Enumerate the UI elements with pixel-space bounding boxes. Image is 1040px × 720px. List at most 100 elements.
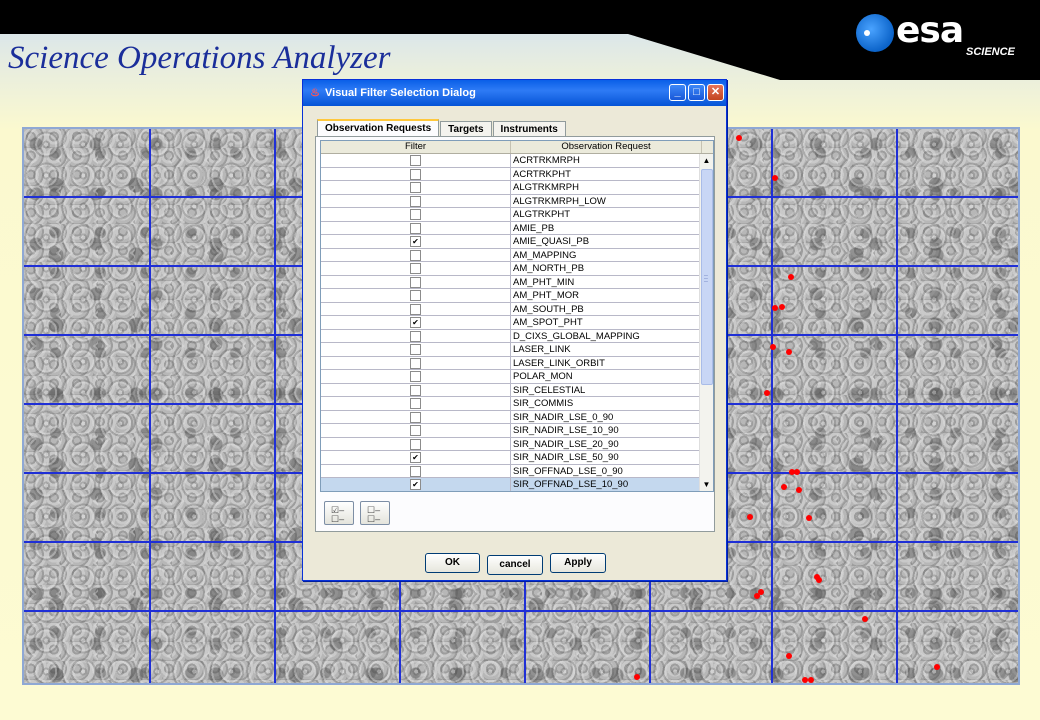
observation-point[interactable] (816, 577, 822, 583)
filter-checkbox[interactable]: ✔ (410, 452, 421, 463)
filter-checkbox[interactable] (410, 249, 421, 261)
page-title: Science Operations Analyzer (8, 40, 391, 76)
filter-checkbox[interactable] (410, 357, 421, 369)
filter-checkbox[interactable] (410, 182, 421, 193)
filter-checkbox[interactable] (410, 290, 421, 301)
filter-checkbox[interactable] (410, 168, 421, 180)
table-row[interactable]: AM_PHT_MIN (321, 275, 713, 289)
observation-point[interactable] (772, 175, 778, 181)
table-scrollbar[interactable]: ▲ – – – ▼ (699, 154, 713, 491)
map-gridline (771, 129, 773, 683)
observation-point[interactable] (772, 305, 778, 311)
observation-point[interactable] (788, 274, 794, 280)
deselect-all-button[interactable]: ☐– ☐– (360, 501, 390, 525)
scroll-thumb[interactable]: – – – (701, 169, 713, 385)
scroll-up-arrow-icon[interactable]: ▲ (700, 154, 713, 167)
table-row[interactable]: D_CIXS_GLOBAL_MAPPING (321, 329, 713, 343)
filter-checkbox[interactable] (410, 155, 421, 166)
filter-checkbox[interactable] (410, 398, 421, 409)
select-all-button[interactable]: ☑– ☐– (324, 501, 354, 525)
table-row[interactable]: AM_SOUTH_PB (321, 302, 713, 316)
table-row[interactable]: AMIE_PB (321, 221, 713, 235)
observation-point[interactable] (779, 304, 785, 310)
table-row[interactable]: ALGTRKPHT (321, 208, 713, 222)
scroll-grip-icon: – – – (704, 272, 708, 285)
esa-logo-circle-icon (856, 14, 894, 52)
filter-checkbox[interactable] (410, 303, 421, 315)
filter-cell: ✔ (321, 235, 511, 248)
table-row[interactable]: AM_MAPPING (321, 248, 713, 262)
observation-point[interactable] (770, 344, 776, 350)
observation-point[interactable] (764, 390, 770, 396)
filter-checkbox[interactable] (410, 276, 421, 288)
maximize-button[interactable]: □ (688, 84, 705, 101)
observation-request-name: SIR_COMMIS (513, 398, 574, 409)
observation-request-name: D_CIXS_GLOBAL_MAPPING (513, 330, 640, 342)
observation-point[interactable] (934, 664, 940, 670)
filter-checkbox[interactable] (410, 330, 421, 342)
filter-checkbox[interactable]: ✔ (410, 317, 421, 328)
minimize-button[interactable]: _ (669, 84, 686, 101)
filter-checkbox[interactable] (410, 222, 421, 234)
observation-point[interactable] (736, 135, 742, 141)
table-row[interactable]: ✔ SIR_NADIR_LSE_50_90 (321, 451, 713, 465)
table-row[interactable]: SIR_NADIR_LSE_20_90 (321, 437, 713, 451)
table-row[interactable]: LASER_LINK_ORBIT (321, 356, 713, 370)
filter-checkbox[interactable] (410, 371, 421, 382)
observation-request-table: Filter Observation Request ACRTRKMRPH ACR… (320, 140, 714, 492)
observation-point[interactable] (794, 469, 800, 475)
filter-checkbox[interactable] (410, 425, 421, 436)
observation-point[interactable] (786, 653, 792, 659)
filter-checkbox[interactable] (410, 209, 421, 220)
observation-point[interactable] (808, 677, 814, 683)
table-row[interactable]: ACRTRKPHT (321, 167, 713, 181)
table-row[interactable]: AM_NORTH_PB (321, 262, 713, 276)
apply-button[interactable]: Apply (550, 553, 606, 573)
table-row[interactable]: ACRTRKMRPH (321, 154, 713, 168)
table-row[interactable]: ✔ SIR_OFFNAD_LSE_10_90 (321, 478, 713, 491)
filter-checkbox[interactable]: ✔ (410, 479, 421, 490)
observation-point[interactable] (747, 514, 753, 520)
table-row[interactable]: POLAR_MON (321, 370, 713, 384)
observation-request-name: AMIE_QUASI_PB (513, 236, 590, 247)
filter-cell (321, 397, 511, 410)
column-header-observation-request[interactable]: Observation Request (511, 141, 702, 153)
ok-button[interactable]: OK (425, 553, 480, 573)
observation-requests-panel: Filter Observation Request ACRTRKMRPH ACR… (315, 136, 715, 532)
table-row[interactable]: SIR_NADIR_LSE_10_90 (321, 424, 713, 438)
filter-cell (321, 275, 511, 288)
table-row[interactable]: ✔ AM_SPOT_PHT (321, 316, 713, 330)
table-row[interactable]: ALGTRKMRPH_LOW (321, 194, 713, 208)
table-row[interactable]: SIR_NADIR_LSE_0_90 (321, 410, 713, 424)
table-row[interactable]: ✔ AMIE_QUASI_PB (321, 235, 713, 249)
filter-checkbox[interactable] (410, 263, 421, 274)
table-row[interactable]: SIR_OFFNAD_LSE_0_90 (321, 464, 713, 478)
filter-checkbox[interactable] (410, 195, 421, 207)
filter-checkbox[interactable] (410, 344, 421, 355)
column-header-filter[interactable]: Filter (321, 141, 511, 153)
esa-logo-subtext: SCIENCE (966, 46, 1015, 58)
table-row[interactable]: SIR_COMMIS (321, 397, 713, 411)
observation-point[interactable] (862, 616, 868, 622)
observation-point[interactable] (634, 674, 640, 680)
filter-checkbox[interactable] (410, 438, 421, 450)
observation-point[interactable] (796, 487, 802, 493)
filter-checkbox[interactable]: ✔ (410, 236, 421, 247)
observation-point[interactable] (806, 515, 812, 521)
filter-checkbox[interactable] (410, 465, 421, 477)
filter-checkbox[interactable] (410, 384, 421, 396)
dialog-titlebar[interactable]: ♨ Visual Filter Selection Dialog _ □ ✕ (303, 80, 726, 106)
esa-logo: esa SCIENCE (856, 8, 1026, 64)
observation-point[interactable] (754, 593, 760, 599)
table-row[interactable]: SIR_CELESTIAL (321, 383, 713, 397)
table-row[interactable]: AM_PHT_MOR (321, 289, 713, 303)
scroll-down-arrow-icon[interactable]: ▼ (700, 478, 713, 491)
cancel-button[interactable]: cancel (487, 555, 543, 575)
observation-point[interactable] (786, 349, 792, 355)
observation-request-name: AM_NORTH_PB (513, 263, 585, 274)
table-row[interactable]: ALGTRKMRPH (321, 181, 713, 195)
filter-checkbox[interactable] (410, 411, 421, 423)
observation-point[interactable] (781, 484, 787, 490)
table-row[interactable]: LASER_LINK (321, 343, 713, 357)
close-button[interactable]: ✕ (707, 84, 724, 101)
